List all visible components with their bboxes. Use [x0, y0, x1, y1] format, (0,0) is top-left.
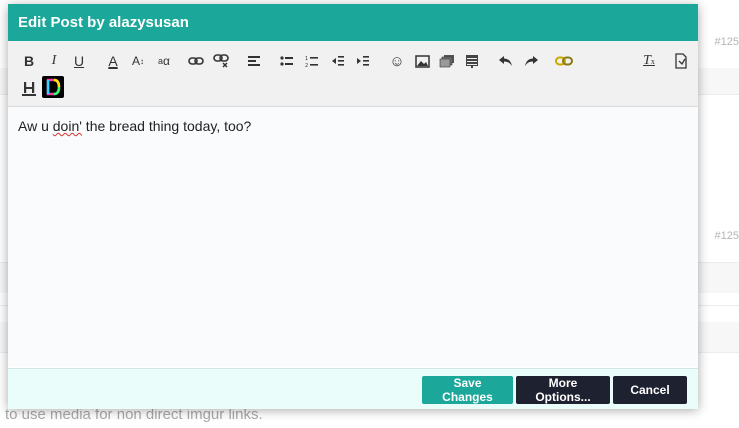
clear-format-icon[interactable]: Tx [639, 51, 659, 71]
post-text[interactable]: Aw u doin' the bread thing today, too? [18, 118, 251, 134]
media-icon[interactable] [437, 51, 457, 71]
d-logo-icon[interactable] [42, 76, 64, 98]
unlink-icon[interactable] [211, 51, 231, 71]
link-icon[interactable] [186, 51, 206, 71]
modal-footer: Save Changes More Options... Cancel [8, 368, 698, 409]
undo-icon[interactable] [496, 51, 516, 71]
numbered-list-icon[interactable]: 12 [302, 51, 322, 71]
indent-icon[interactable] [353, 51, 373, 71]
font-color-icon[interactable]: A [103, 51, 123, 71]
cancel-button[interactable]: Cancel [613, 376, 687, 404]
table-icon[interactable] [462, 51, 482, 71]
post-number: #125 [714, 36, 739, 48]
font-name-icon[interactable]: aα [154, 51, 174, 71]
image-icon[interactable] [412, 51, 432, 71]
font-size-icon[interactable]: A ↕ [128, 51, 148, 71]
post-editor[interactable]: Aw u doin' the bread thing today, too? [8, 107, 698, 367]
italic-icon[interactable]: I [44, 51, 64, 71]
header-icon[interactable] [19, 78, 39, 98]
save-changes-button[interactable]: Save Changes [422, 376, 513, 404]
modal-title: Edit Post by alazysusan [8, 4, 698, 41]
redo-icon[interactable] [521, 51, 541, 71]
post-number: #125 [714, 230, 739, 242]
align-icon[interactable] [244, 51, 264, 71]
more-options-button[interactable]: More Options... [516, 376, 610, 404]
svg-text:1: 1 [305, 56, 308, 62]
source-icon[interactable] [671, 51, 691, 71]
bold-icon[interactable]: B [19, 51, 39, 71]
underline-icon[interactable]: U [69, 51, 89, 71]
edit-post-modal: Edit Post by alazysusan B I U A A ↕ aα 12… [8, 4, 698, 409]
svg-text:2: 2 [305, 63, 308, 68]
emoji-icon[interactable]: ☺ [387, 51, 407, 71]
chain-icon[interactable] [554, 51, 574, 71]
misspelled-word[interactable]: doin' [53, 118, 82, 134]
bullet-list-icon[interactable] [277, 51, 297, 71]
editor-toolbar: B I U A A ↕ aα 12 ☺ T x [8, 41, 698, 107]
outdent-icon[interactable] [328, 51, 348, 71]
